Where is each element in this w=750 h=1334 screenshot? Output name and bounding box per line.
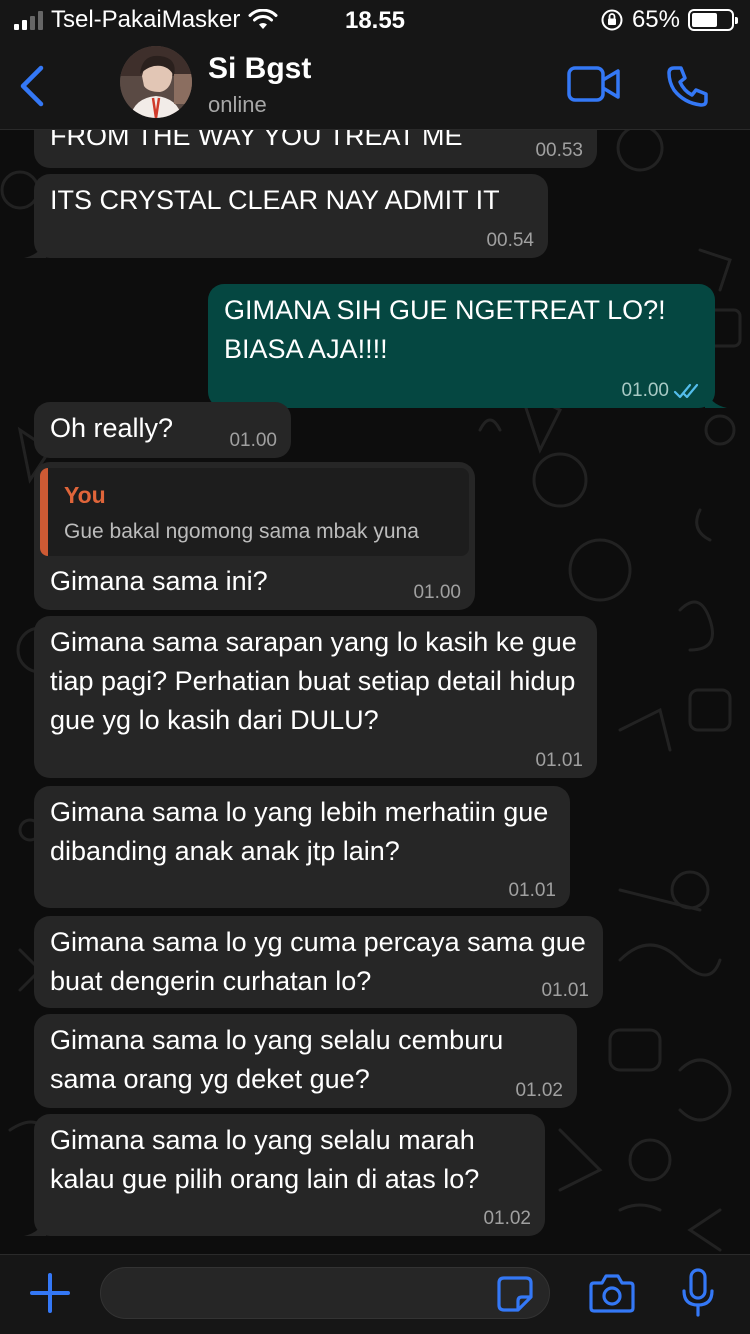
message-timestamp: 01.01 (508, 880, 556, 902)
chat-header: Si Bgst online (0, 42, 750, 130)
status-right: 65% (600, 6, 738, 34)
message-timestamp: 01.02 (483, 1208, 531, 1230)
timestamp-text: 01.00 (229, 430, 277, 451)
message-timestamp: 01.01 (541, 980, 589, 1002)
timestamp-text: 01.00 (413, 582, 461, 603)
attach-button[interactable] (26, 1269, 74, 1317)
incoming-message-bubble[interactable]: Gimana sama sarapan yang lo kasih ke gue… (34, 616, 597, 778)
message-timestamp: 01.00 (621, 380, 701, 402)
incoming-message-bubble[interactable]: Gimana sama lo yang selalu marah kalau g… (24, 1114, 545, 1236)
quoted-reply[interactable]: You Gue bakal ngomong sama mbak yuna (40, 468, 469, 556)
chat-area[interactable]: FROM THE WAY YOU TREAT ME 00.53 ITS CRYSTA… (0, 130, 750, 1254)
status-left: Tsel-PakaiMasker (14, 6, 278, 34)
message-timestamp: 01.02 (515, 1080, 563, 1102)
wifi-icon (248, 9, 278, 29)
timestamp-text: 01.01 (541, 980, 589, 1001)
contact-avatar[interactable] (120, 46, 192, 118)
video-call-icon (567, 66, 620, 102)
message-timestamp: 01.01 (535, 750, 583, 772)
message-timestamp: 01.00 (229, 430, 277, 452)
outgoing-message-bubble[interactable]: GIMANA SIH GUE NGETREAT LO?! BIASA AJA!!… (208, 284, 727, 408)
message-text: Gimana sama lo yg cuma percaya sama gue … (50, 927, 586, 996)
message-timestamp: 01.00 (413, 582, 461, 604)
incoming-message-bubble[interactable]: Gimana sama lo yang lebih merhatiin gue … (34, 786, 570, 908)
incoming-message-bubble[interactable]: Gimana sama lo yang selalu cemburu sama … (34, 1014, 577, 1108)
camera-button[interactable] (588, 1271, 636, 1315)
battery-level (692, 13, 717, 27)
timestamp-text: 01.01 (508, 880, 556, 901)
input-bar (0, 1254, 750, 1334)
whatsapp-chat-screen: Tsel-PakaiMasker 18.55 65% Si Bgst onlin… (0, 0, 750, 1334)
bubble-tail (705, 388, 727, 408)
timestamp-text: 00.54 (486, 230, 534, 251)
plus-icon (30, 1273, 70, 1313)
microphone-button[interactable] (680, 1267, 716, 1319)
camera-icon (589, 1274, 635, 1313)
sticker-button[interactable] (496, 1275, 534, 1313)
message-text: Gimana sama lo yang selalu marah kalau g… (50, 1125, 480, 1194)
message-text: Gimana sama lo yang lebih merhatiin gue … (50, 797, 549, 866)
bubble-tail (24, 1216, 46, 1236)
signal-strength-icon (14, 10, 43, 30)
message-text: ITS CRYSTAL CLEAR NAY ADMIT IT (50, 185, 500, 215)
avatar-image (120, 46, 192, 118)
contact-status: online (208, 92, 267, 117)
incoming-message-bubble[interactable]: ITS CRYSTAL CLEAR NAY ADMIT IT 00.54 (24, 174, 548, 258)
quote-accent-bar (40, 468, 48, 556)
timestamp-text: 01.02 (483, 1208, 531, 1229)
video-call-button[interactable] (566, 64, 622, 104)
back-button[interactable] (10, 58, 54, 114)
message-text: Gimana sama ini? (50, 566, 268, 596)
message-text: FROM THE WAY YOU TREAT ME (50, 130, 463, 151)
phone-icon (667, 66, 708, 107)
timestamp-text: 01.01 (535, 750, 583, 771)
battery-icon (688, 9, 738, 31)
carrier-name: Tsel-PakaiMasker (51, 6, 241, 33)
incoming-message-bubble[interactable]: FROM THE WAY YOU TREAT ME 00.53 (34, 130, 597, 168)
microphone-icon (682, 1268, 714, 1317)
message-timestamp: 00.53 (535, 140, 583, 162)
message-input[interactable] (100, 1267, 550, 1319)
timestamp-text: 00.53 (535, 140, 583, 161)
incoming-message-bubble[interactable]: Gimana sama lo yg cuma percaya sama gue … (34, 916, 603, 1008)
battery-percent: 65% (631, 6, 680, 33)
message-timestamp: 00.54 (486, 230, 534, 252)
status-bar: Tsel-PakaiMasker 18.55 65% (0, 0, 750, 42)
voice-call-button[interactable] (664, 62, 712, 110)
timestamp-text: 01.02 (515, 1080, 563, 1101)
message-text: Gimana sama sarapan yang lo kasih ke gue… (50, 627, 577, 735)
message-text: GIMANA SIH GUE NGETREAT LO?! BIASA AJA!!… (224, 295, 666, 364)
quote-text: Gue bakal ngomong sama mbak yuna (64, 520, 419, 543)
timestamp-text: 01.00 (621, 380, 669, 401)
double-check-icon (673, 383, 699, 399)
incoming-message-bubble[interactable]: You Gue bakal ngomong sama mbak yuna Giman… (34, 462, 475, 610)
quote-author: You (64, 482, 106, 508)
incoming-message-bubble[interactable]: Oh really? 01.00 (34, 402, 291, 458)
sticker-icon (497, 1276, 533, 1312)
message-text: Gimana sama lo yang selalu cemburu sama … (50, 1025, 504, 1094)
orientation-lock-icon (601, 9, 623, 31)
back-chevron-icon (20, 65, 44, 107)
bubble-tail (24, 238, 46, 258)
contact-name[interactable]: Si Bgst (208, 52, 311, 86)
